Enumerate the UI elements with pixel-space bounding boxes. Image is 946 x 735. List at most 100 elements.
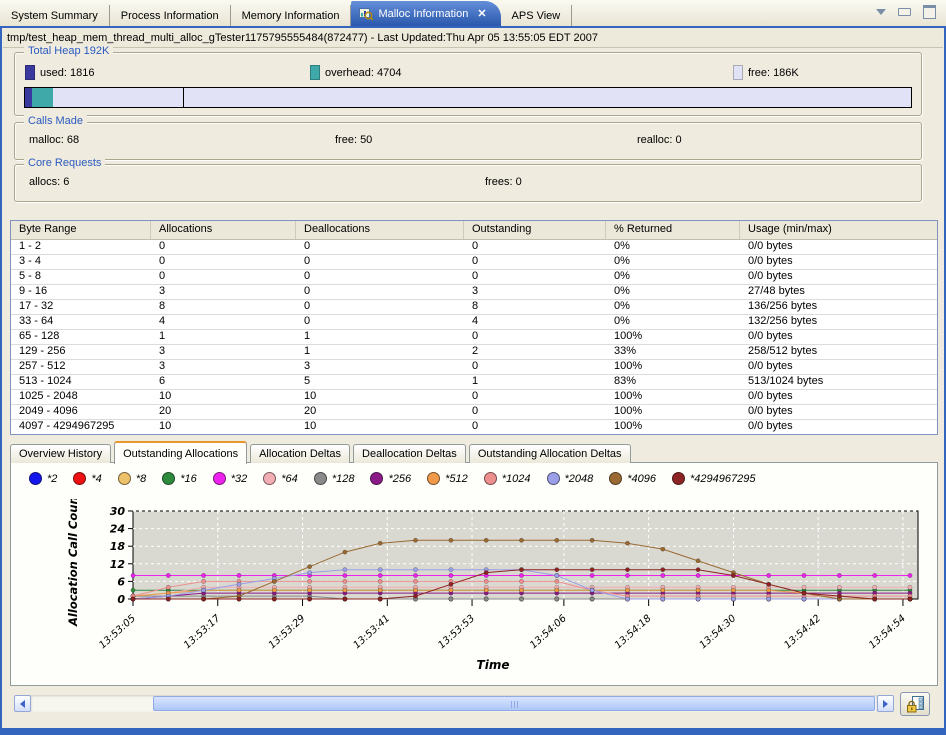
chart-tabbar: Overview HistoryOutstanding AllocationsA… xyxy=(10,441,631,463)
column-header-allocations[interactable]: Allocations xyxy=(151,221,296,239)
table-row[interactable]: 129 - 25631233%258/512 bytes xyxy=(11,345,937,360)
lock-scroll-button[interactable] xyxy=(900,692,930,716)
legend-item-4096: *4096 xyxy=(609,472,656,485)
table-row[interactable]: 3 - 40000%0/0 bytes xyxy=(11,255,937,270)
target-header-line: tmp/test_heap_mem_thread_multi_alloc_gTe… xyxy=(3,29,943,48)
tab-label: APS View xyxy=(512,10,561,22)
maximize-icon[interactable] xyxy=(923,5,936,19)
view-menu-icon[interactable] xyxy=(876,9,886,15)
legend-marker-icon xyxy=(484,472,497,485)
tab-system-summary[interactable]: System Summary xyxy=(0,5,110,26)
svg-text:13:53:41: 13:53:41 xyxy=(352,613,393,651)
heap-legend-label: free: 186K xyxy=(748,67,799,79)
table-cell: 27/48 bytes xyxy=(740,285,937,299)
legend-marker-icon xyxy=(609,472,622,485)
view-tabbar-tabs: System Summary Process InformationMemory … xyxy=(0,0,572,26)
table-cell: 4097 - 4294967295 xyxy=(11,420,151,434)
table-row[interactable]: 33 - 644040%132/256 bytes xyxy=(11,315,937,330)
heap-segment-overhead xyxy=(32,88,53,107)
svg-text:Allocation Call Counts: Allocation Call Counts xyxy=(66,499,80,627)
table-cell: 0 xyxy=(296,315,464,329)
scroll-right-button[interactable] xyxy=(877,695,894,712)
table-cell: 20 xyxy=(151,405,296,419)
tab-process-information[interactable]: Process Information xyxy=(110,5,231,26)
tab-malloc-information[interactable]: Malloc Information✕ xyxy=(351,1,500,26)
chart-tab-deallocation-deltas[interactable]: Deallocation Deltas xyxy=(353,444,466,463)
horizontal-scrollbar[interactable] xyxy=(14,695,894,712)
table-cell: 0 xyxy=(151,240,296,254)
table-cell: 0 xyxy=(296,255,464,269)
heap-bar-divider xyxy=(183,88,184,107)
table-cell: 0% xyxy=(606,255,740,269)
table-cell: 0/0 bytes xyxy=(740,330,937,344)
svg-text:13:53:05: 13:53:05 xyxy=(97,613,138,651)
legend-label: *2048 xyxy=(565,473,594,485)
table-row[interactable]: 2049 - 409620200100%0/0 bytes xyxy=(11,405,937,420)
scroll-left-button[interactable] xyxy=(14,695,31,712)
scrollbar-thumb[interactable] xyxy=(153,696,875,711)
svg-text:13:53:17: 13:53:17 xyxy=(182,613,223,652)
table-cell: 65 - 128 xyxy=(11,330,151,344)
table-cell: 0/0 bytes xyxy=(740,255,937,269)
table-cell: 0 xyxy=(464,420,606,434)
legend-item-16: *16 xyxy=(162,472,197,485)
table-cell: 6 xyxy=(151,375,296,389)
table-cell: 258/512 bytes xyxy=(740,345,937,359)
table-cell: 3 xyxy=(151,345,296,359)
table-cell: 1 - 2 xyxy=(11,240,151,254)
legend-item-8: *8 xyxy=(118,472,146,485)
table-row[interactable]: 65 - 128110100%0/0 bytes xyxy=(11,330,937,345)
table-row[interactable]: 257 - 512330100%0/0 bytes xyxy=(11,360,937,375)
table-cell: 5 - 8 xyxy=(11,270,151,284)
table-cell: 0 xyxy=(464,390,606,404)
legend-item-4294967295: *4294967295 xyxy=(672,472,755,485)
allocation-table-header: Byte RangeAllocationsDeallocationsOutsta… xyxy=(11,221,937,240)
column-header-outstanding[interactable]: Outstanding xyxy=(464,221,606,239)
malloc-information-icon xyxy=(359,7,373,21)
table-row[interactable]: 5 - 80000%0/0 bytes xyxy=(11,270,937,285)
table-row[interactable]: 9 - 163030%27/48 bytes xyxy=(11,285,937,300)
table-row[interactable]: 1 - 20000%0/0 bytes xyxy=(11,240,937,255)
scrollbar-track[interactable] xyxy=(31,695,877,712)
table-row[interactable]: 513 - 102465183%513/1024 bytes xyxy=(11,375,937,390)
table-cell: 10 xyxy=(151,390,296,404)
column-header-returned[interactable]: % Returned xyxy=(606,221,740,239)
table-cell: 33 - 64 xyxy=(11,315,151,329)
lock-chart-icon xyxy=(906,696,925,713)
minimize-icon[interactable] xyxy=(898,8,911,16)
table-row[interactable]: 4097 - 429496729510100100%0/0 bytes xyxy=(11,420,937,434)
svg-text:0: 0 xyxy=(117,593,125,606)
heap-legend-swatch-icon xyxy=(310,65,320,80)
table-cell: 8 xyxy=(464,300,606,314)
table-row[interactable]: 17 - 328080%136/256 bytes xyxy=(11,300,937,315)
chart-tab-outstanding-allocations[interactable]: Outstanding Allocations xyxy=(114,441,247,464)
table-cell: 0 xyxy=(296,300,464,314)
column-header-deallocations[interactable]: Deallocations xyxy=(296,221,464,239)
legend-item-1024: *1024 xyxy=(484,472,531,485)
view-tabbar: System Summary Process InformationMemory … xyxy=(0,0,946,26)
table-cell: 100% xyxy=(606,360,740,374)
chart-tab-outstanding-allocation-deltas[interactable]: Outstanding Allocation Deltas xyxy=(469,444,631,463)
chart-legend: *2*4*8*16*32*64*128*256*512*1024*2048*40… xyxy=(29,472,931,485)
total-heap-group: Total Heap 192K used: 1816overhead: 4704… xyxy=(14,52,922,116)
chart-tab-allocation-deltas[interactable]: Allocation Deltas xyxy=(250,444,350,463)
table-cell: 0% xyxy=(606,285,740,299)
tab-memory-information[interactable]: Memory Information xyxy=(231,5,352,26)
table-cell: 0% xyxy=(606,270,740,284)
chart-tab-overview-history[interactable]: Overview History xyxy=(10,444,111,463)
tab-aps-view[interactable]: APS View xyxy=(501,5,573,26)
svg-text:13:53:53: 13:53:53 xyxy=(436,613,477,651)
table-cell: 5 xyxy=(296,375,464,389)
table-row[interactable]: 1025 - 204810100100%0/0 bytes xyxy=(11,390,937,405)
legend-marker-icon xyxy=(427,472,440,485)
close-icon[interactable]: ✕ xyxy=(477,7,486,20)
legend-marker-icon xyxy=(213,472,226,485)
chart-panel: *2*4*8*16*32*64*128*256*512*1024*2048*40… xyxy=(10,462,938,686)
core-requests-title: Core Requests xyxy=(24,157,105,169)
table-cell: 0 xyxy=(296,270,464,284)
column-header-usage-min-max[interactable]: Usage (min/max) xyxy=(740,221,937,239)
legend-marker-icon xyxy=(162,472,175,485)
tab-label: System Summary xyxy=(11,10,98,22)
column-header-byte-range[interactable]: Byte Range xyxy=(11,221,151,239)
table-cell: 17 - 32 xyxy=(11,300,151,314)
